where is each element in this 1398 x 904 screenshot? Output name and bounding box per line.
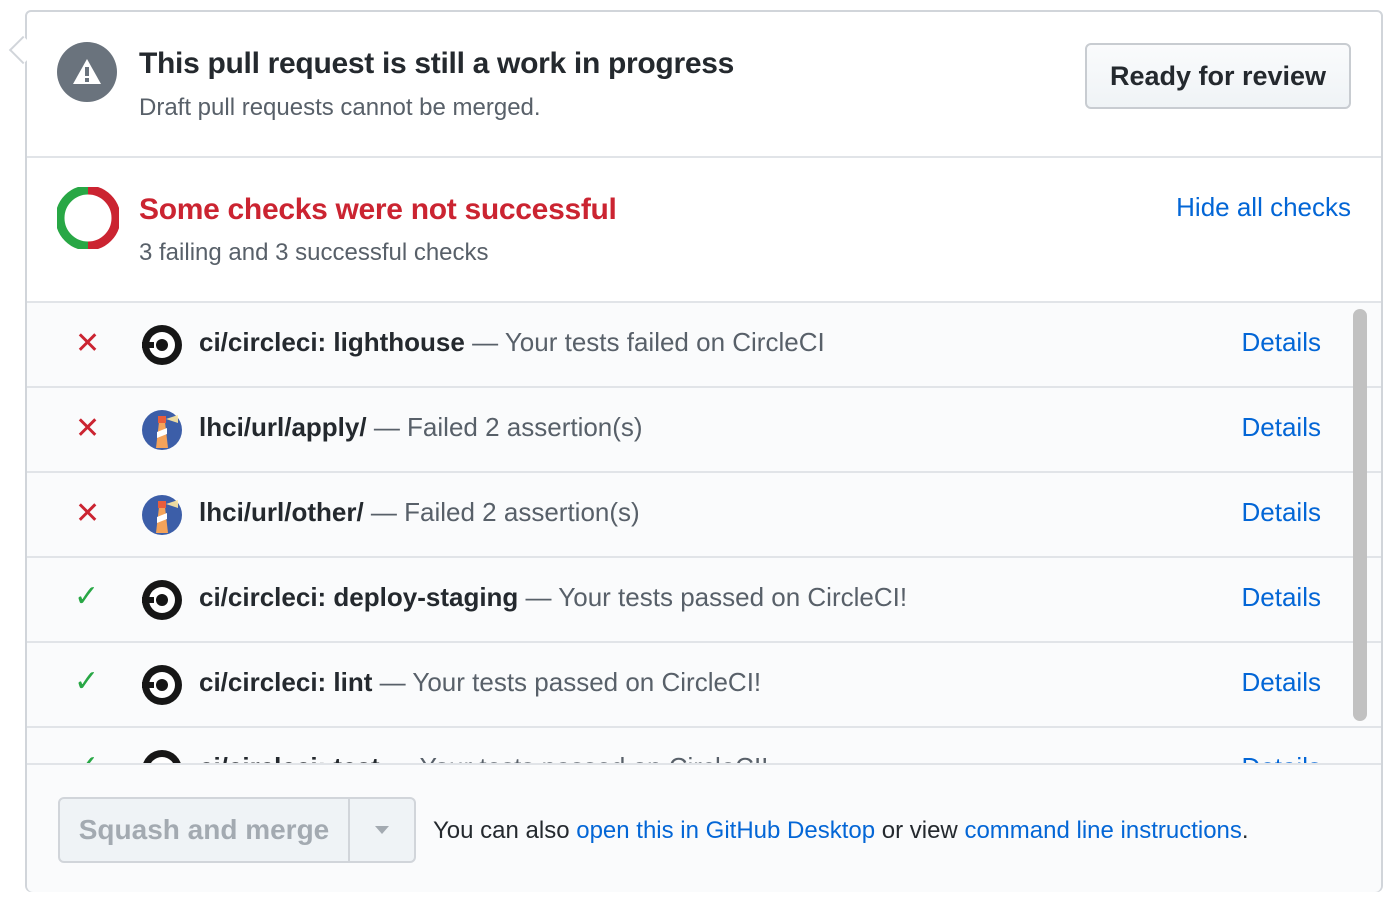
lighthouse-ci-logo-icon — [142, 410, 182, 450]
check-text: ci/circleci: deploy-staging — Your tests… — [199, 582, 907, 613]
check-description: — Failed 2 assertion(s) — [370, 497, 640, 527]
check-name: ci/circleci: deploy-staging — [199, 582, 519, 612]
command-line-instructions-link[interactable]: command line instructions — [964, 817, 1241, 844]
check-text: ci/circleci: lighthouse — Your tests fai… — [199, 327, 825, 358]
merge-text-prefix: You can also — [433, 817, 570, 844]
check-name: lhci/url/apply/ — [199, 412, 367, 442]
check-text: lhci/url/other/ — Failed 2 assertion(s) — [199, 497, 640, 528]
check-description: — Your tests passed on CircleCI! — [525, 582, 908, 612]
lighthouse-ci-logo-icon — [142, 495, 182, 535]
check-details-link[interactable]: Details — [1242, 667, 1321, 698]
circleci-logo-icon — [142, 325, 182, 365]
merge-text-middle: or view — [881, 817, 958, 844]
check-name: lhci/url/other/ — [199, 497, 364, 527]
merge-section: Squash and merge You can also open this … — [27, 765, 1381, 892]
success-check-icon: ✓ — [74, 752, 99, 764]
check-description: — Failed 2 assertion(s) — [373, 412, 643, 442]
check-details-link[interactable]: Details — [1242, 497, 1321, 528]
check-row-3: ✕ lhci/url/other/ — Failed 2 assertion(s)… — [27, 473, 1381, 558]
check-row-5: ✓ ci/circleci: lint — Your tests passed o… — [27, 643, 1381, 728]
check-description: — Your tests passed on CircleCI! — [379, 667, 762, 697]
failed-x-icon: ✕ — [75, 497, 101, 530]
alert-icon — [57, 42, 117, 102]
check-row-1: ✕ ci/circleci: lighthouse — Your tests fa… — [27, 303, 1381, 388]
success-check-icon: ✓ — [74, 665, 100, 698]
check-text: lhci/url/apply/ — Failed 2 assertion(s) — [199, 412, 643, 443]
draft-subtitle: Draft pull requests cannot be merged. — [139, 94, 541, 121]
merge-button-group: Squash and merge — [58, 797, 416, 863]
checks-list-scrollbar[interactable] — [1353, 309, 1367, 721]
check-name: ci/circleci: test — [199, 752, 380, 763]
circleci-logo-icon — [142, 665, 182, 705]
check-row-6: ✓ ci/circleci: test — Your tests passed o… — [27, 728, 1381, 764]
success-check-icon: ✓ — [74, 580, 100, 613]
check-description: — Your tests failed on CircleCI — [472, 327, 825, 357]
checks-list[interactable]: ✕ ci/circleci: lighthouse — Your tests fa… — [27, 303, 1381, 765]
merge-alternatives-text: You can also open this in GitHub Desktop… — [433, 817, 1249, 845]
draft-section: This pull request is still a work in pro… — [27, 12, 1381, 158]
hide-all-checks-link[interactable]: Hide all checks — [1176, 192, 1351, 223]
check-details-link[interactable]: Details — [1242, 412, 1321, 443]
squash-and-merge-button[interactable]: Squash and merge — [58, 797, 350, 863]
chevron-down-icon — [375, 826, 389, 834]
open-in-desktop-link[interactable]: open this in GitHub Desktop — [576, 817, 875, 844]
merge-method-dropdown[interactable] — [350, 797, 416, 863]
failed-x-icon: ✕ — [75, 327, 101, 360]
check-row-4: ✓ ci/circleci: deploy-staging — Your test… — [27, 558, 1381, 643]
check-description: — Your tests passed on CircleCI! — [387, 752, 769, 763]
check-details-link[interactable]: Details — [1242, 752, 1321, 763]
checks-title: Some checks were not successful — [139, 193, 617, 226]
draft-title: This pull request is still a work in pro… — [139, 47, 734, 80]
checks-summary-section: Some checks were not successful 3 failin… — [27, 158, 1381, 303]
circleci-logo-icon — [142, 750, 182, 763]
merge-text-suffix: . — [1241, 817, 1249, 844]
check-text: ci/circleci: lint — Your tests passed on… — [199, 667, 761, 698]
check-text: ci/circleci: test — Your tests passed on… — [199, 752, 769, 763]
checks-status-donut-icon — [57, 187, 119, 249]
ready-for-review-button[interactable]: Ready for review — [1085, 43, 1351, 109]
failed-x-icon: ✕ — [75, 412, 101, 445]
checks-subtitle: 3 failing and 3 successful checks — [139, 239, 489, 266]
check-details-link[interactable]: Details — [1242, 327, 1321, 358]
check-row-2: ✕ lhci/url/apply/ — Failed 2 assertion(s)… — [27, 388, 1381, 473]
check-details-link[interactable]: Details — [1242, 582, 1321, 613]
merge-box: This pull request is still a work in pro… — [25, 10, 1383, 892]
circleci-logo-icon — [142, 580, 182, 620]
check-name: ci/circleci: lint — [199, 667, 373, 697]
check-name: ci/circleci: lighthouse — [199, 327, 465, 357]
